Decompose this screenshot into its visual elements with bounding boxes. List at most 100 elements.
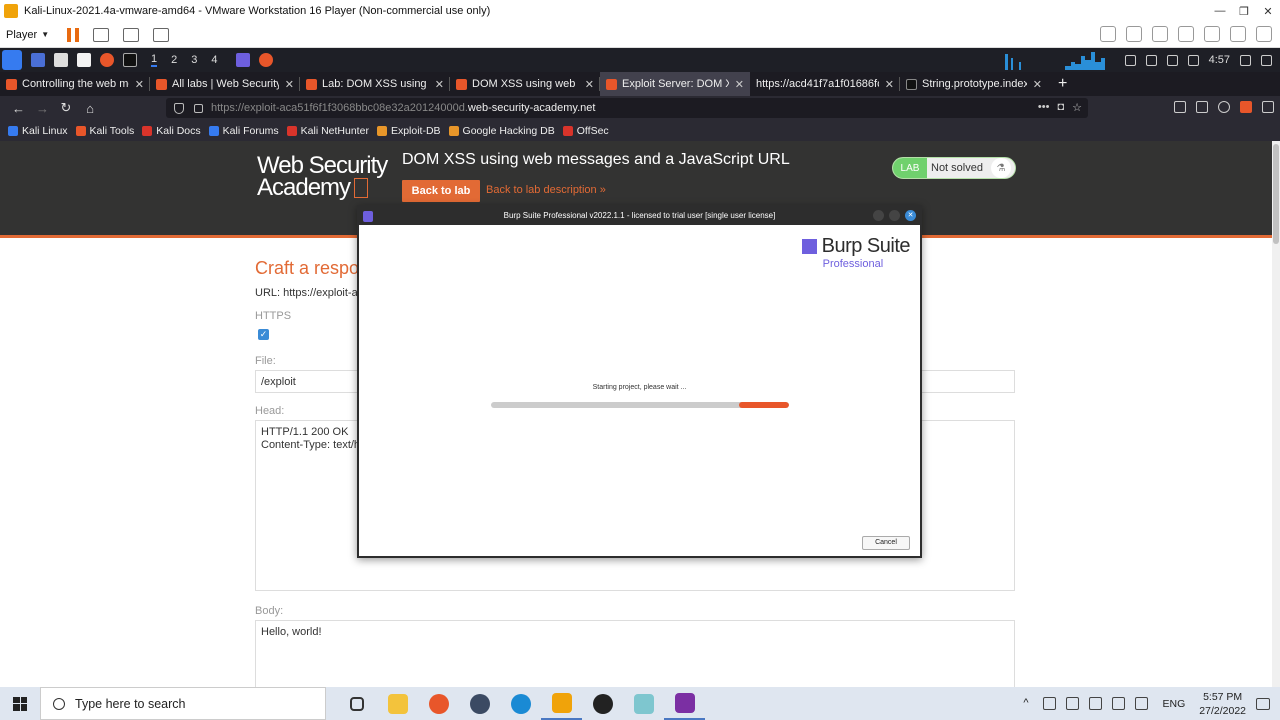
sound-device-icon[interactable] (1178, 26, 1194, 42)
tracking-shield-icon[interactable] (174, 102, 184, 114)
file-manager-icon[interactable] (54, 53, 68, 67)
close-tab-icon[interactable]: ✕ (735, 78, 744, 91)
close-tab-icon[interactable]: ✕ (285, 78, 294, 91)
close-tab-icon[interactable]: ✕ (885, 78, 894, 91)
onenote-taskbar-icon[interactable] (664, 687, 705, 720)
battery-icon[interactable] (1187, 54, 1199, 66)
terminal-icon[interactable] (123, 53, 137, 67)
vm-tray-icon[interactable] (1124, 54, 1136, 66)
bookmark-kali-linux[interactable]: Kali Linux (8, 125, 68, 137)
desktop-icon[interactable] (31, 53, 45, 67)
close-tab-icon[interactable]: ✕ (1033, 78, 1042, 91)
page-actions-icon[interactable]: ••• (1038, 101, 1050, 114)
back-to-lab-button[interactable]: Back to lab (402, 180, 480, 202)
microphone-icon[interactable] (1042, 697, 1056, 710)
foxyproxy-icon[interactable] (1240, 101, 1252, 113)
burp-suite-task-icon[interactable] (235, 53, 250, 67)
close-tab-icon[interactable]: ✕ (585, 78, 594, 91)
taskbar-clock[interactable]: 5:57 PM 27/2/2022 (1199, 690, 1246, 718)
tab-lab-dom-xss[interactable]: Lab: DOM XSS using web m ✕ (300, 72, 450, 96)
back-to-description-link[interactable]: Back to lab description » (486, 184, 606, 196)
new-tab-icon[interactable]: + (1058, 75, 1067, 93)
workspace-2[interactable]: 2 (171, 54, 177, 66)
panel-clock[interactable]: 4:57 (1209, 54, 1230, 66)
volume-icon[interactable] (1145, 54, 1157, 66)
printer-device-icon[interactable] (1230, 26, 1246, 42)
scrollbar-thumb[interactable] (1273, 144, 1279, 244)
notepad-taskbar-icon[interactable] (623, 687, 664, 720)
address-bar[interactable]: https://exploit-aca51f6f1f3068bbc08e32a2… (166, 98, 1088, 118)
lock-icon[interactable] (194, 103, 203, 113)
bookmark-offsec[interactable]: OffSec (562, 125, 609, 137)
chevron-down-icon[interactable]: ▼ (41, 30, 49, 39)
wifi-icon[interactable] (1111, 697, 1125, 710)
tab-string-indexof[interactable]: String.prototype.indexOf() ✕ (900, 72, 1048, 96)
reload-icon[interactable]: ↻ (60, 100, 72, 116)
lock-icon[interactable] (1240, 54, 1251, 66)
power-icon[interactable] (1261, 54, 1272, 66)
dialog-minimize-button[interactable] (873, 210, 884, 221)
home-icon[interactable]: ⌂ (84, 101, 96, 116)
fit-window-icon[interactable] (123, 27, 140, 42)
dialog-maximize-button[interactable] (889, 210, 900, 221)
bookmark-kali-forums[interactable]: Kali Forums (208, 125, 279, 137)
dialog-close-button[interactable]: ✕ (905, 210, 916, 221)
recorder-taskbar-icon[interactable] (582, 687, 623, 720)
menu-icon[interactable] (1262, 101, 1274, 113)
unity-icon[interactable] (153, 27, 170, 42)
usb-device-icon[interactable] (1152, 26, 1168, 42)
firefox-task-icon[interactable] (258, 53, 273, 67)
sidebar-icon[interactable] (1196, 101, 1208, 113)
hdd-device-icon[interactable] (1126, 26, 1142, 42)
start-button[interactable] (0, 687, 40, 720)
tab-all-labs[interactable]: All labs | Web Security Ac ✕ (150, 72, 300, 96)
close-tab-icon[interactable]: ✕ (135, 78, 144, 91)
bookmark-kali-docs[interactable]: Kali Docs (142, 125, 201, 137)
firefox-taskbar-icon[interactable] (418, 687, 459, 720)
task-view-button[interactable] (336, 687, 377, 720)
message-icon[interactable] (1256, 26, 1272, 42)
text-editor-icon[interactable] (77, 53, 91, 67)
speaker-icon[interactable] (1134, 697, 1148, 710)
cancel-button[interactable]: Cancel (862, 536, 910, 550)
network-device-icon[interactable] (1100, 26, 1116, 42)
keepass-taskbar-icon[interactable] (459, 687, 500, 720)
vmware-taskbar-icon[interactable] (541, 687, 582, 720)
address-url[interactable]: https://exploit-aca51f6f1f3068bbc08e32a2… (211, 102, 595, 114)
firefox-icon[interactable] (100, 53, 114, 67)
close-tab-icon[interactable]: ✕ (435, 78, 444, 91)
file-explorer-taskbar-icon[interactable] (377, 687, 418, 720)
web-security-academy-logo[interactable]: Web Security Academy (257, 154, 388, 200)
page-scrollbar[interactable] (1272, 141, 1280, 687)
tab-acd41f7a-url[interactable]: https://acd41f7a1f01686fc0 ✕ (750, 72, 900, 96)
close-button[interactable]: ✕ (1256, 0, 1280, 22)
bookmark-exploit-db[interactable]: Exploit-DB (376, 125, 441, 137)
bookmark-google-hacking-db[interactable]: Google Hacking DB (448, 125, 555, 137)
body-textarea[interactable]: Hello, world! (255, 620, 1015, 687)
account-icon[interactable] (1218, 101, 1230, 113)
bookmark-kali-tools[interactable]: Kali Tools (75, 125, 134, 137)
language-indicator[interactable]: ENG (1163, 698, 1186, 710)
bookmark-star-icon[interactable]: ☆ (1072, 101, 1082, 114)
edge-taskbar-icon[interactable] (500, 687, 541, 720)
minimize-button[interactable]: — (1208, 0, 1232, 22)
display-device-icon[interactable] (1204, 26, 1220, 42)
library-icon[interactable] (1174, 101, 1186, 113)
battery-icon[interactable] (1088, 697, 1102, 710)
maximize-button[interactable]: ❐ (1232, 0, 1256, 22)
workspace-1[interactable]: 1 (151, 53, 158, 67)
bookmark-kali-nethunter[interactable]: Kali NetHunter (286, 125, 369, 137)
dialog-title-bar[interactable]: Burp Suite Professional v2022.1.1 - lice… (359, 207, 920, 225)
chevron-up-icon[interactable]: ^ (1020, 697, 1033, 710)
player-menu[interactable]: Player (6, 29, 37, 41)
https-checkbox[interactable]: ✓ (258, 329, 269, 340)
pocket-icon[interactable]: ◘ (1057, 101, 1064, 114)
taskbar-search-box[interactable]: Type here to search (40, 687, 326, 720)
tab-controlling-web-messages[interactable]: Controlling the web mess ✕ (0, 72, 150, 96)
notification-center-icon[interactable] (1256, 697, 1270, 710)
onedrive-icon[interactable] (1065, 697, 1079, 710)
workspace-3[interactable]: 3 (191, 54, 197, 66)
back-icon[interactable]: ← (12, 101, 25, 116)
pause-icon[interactable] (67, 27, 80, 42)
tab-exploit-server[interactable]: Exploit Server: DOM XSS u ✕ (600, 72, 750, 96)
